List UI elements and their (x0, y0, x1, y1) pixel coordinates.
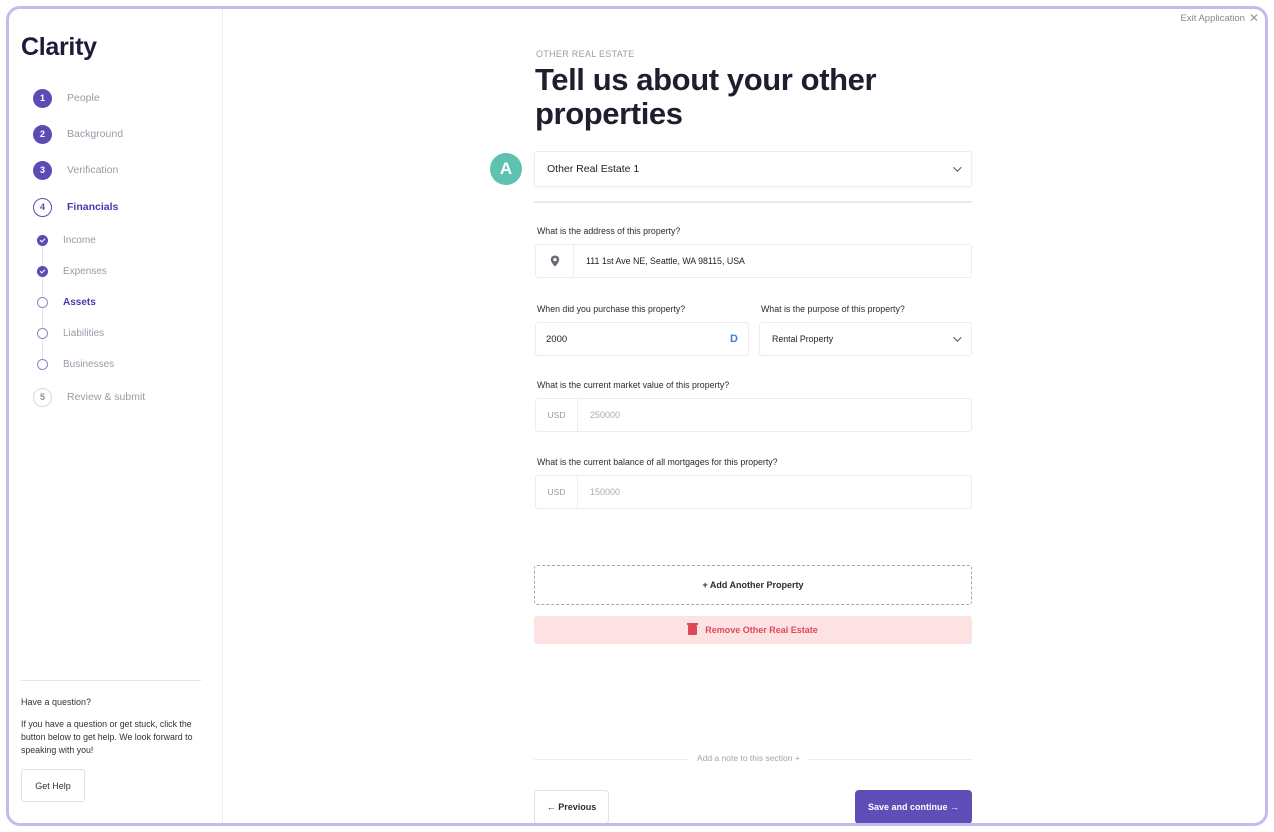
exit-application-link[interactable]: Exit Application ✕ (1181, 12, 1260, 24)
market-value-label: What is the current market value of this… (537, 380, 730, 390)
divider (21, 680, 201, 681)
mortgage-balance-value: 150000 (590, 487, 621, 497)
chevron-down-icon (953, 333, 962, 342)
property-select-value: Other Real Estate 1 (547, 163, 640, 175)
check-icon (37, 234, 48, 246)
sidebar: Clarity 1 People 2 Background 3 Verifica… (9, 9, 223, 823)
divider (534, 201, 972, 203)
currency-prefix: USD (536, 399, 578, 431)
substep-label: Expenses (63, 265, 107, 277)
sidebar-step-review-submit[interactable]: 5 Review & submit (33, 386, 145, 408)
previous-button[interactable]: ← Previous (534, 790, 609, 823)
sidebar-substep-income[interactable]: Income (37, 232, 96, 248)
remove-label: Remove Other Real Estate (705, 625, 818, 635)
exit-application-label: Exit Application (1180, 12, 1245, 24)
purpose-select[interactable]: Rental Property (759, 322, 972, 356)
circle-icon (37, 358, 48, 370)
save-and-continue-button[interactable]: Save and continue → (855, 790, 972, 823)
help-title: Have a question? (21, 697, 92, 707)
circle-icon (37, 296, 48, 308)
address-value: 111 1st Ave NE, Seattle, WA 98115, USA (586, 256, 745, 266)
step-label: Verification (67, 164, 119, 176)
purpose-value: Rental Property (772, 334, 834, 344)
purchase-year-field[interactable]: 2000 D (535, 322, 749, 356)
add-another-property-button[interactable]: + Add Another Property (534, 565, 972, 605)
add-note-link[interactable]: Add a note to this section + (689, 753, 808, 763)
step-number: 4 (33, 197, 52, 217)
address-field[interactable]: 111 1st Ave NE, Seattle, WA 98115, USA (535, 244, 972, 278)
close-icon: ✕ (1248, 11, 1259, 25)
purchase-label: When did you purchase this property? (537, 304, 686, 314)
circle-icon (37, 327, 48, 339)
remove-other-real-estate-button[interactable]: Remove Other Real Estate (534, 616, 972, 644)
purchase-year-value: 2000 (546, 333, 568, 345)
purpose-label: What is the purpose of this property? (761, 304, 905, 314)
app-window: Clarity 1 People 2 Background 3 Verifica… (6, 6, 1268, 826)
trash-icon (687, 623, 699, 635)
section-eyebrow: OTHER REAL ESTATE (536, 49, 635, 59)
calendar-icon[interactable]: D (730, 333, 738, 345)
mortgage-balance-field[interactable]: USD 150000 (535, 475, 972, 509)
app-logo: Clarity (21, 33, 97, 61)
step-label: Financials (67, 201, 119, 213)
get-help-button[interactable]: Get Help (21, 769, 85, 802)
sidebar-step-verification[interactable]: 3 Verification (33, 159, 118, 181)
market-value-value: 250000 (590, 410, 621, 420)
location-pin-icon (536, 245, 574, 277)
substep-label: Liabilities (63, 327, 105, 339)
step-label: People (67, 92, 100, 104)
sidebar-step-people[interactable]: 1 People (33, 87, 100, 109)
sidebar-substep-businesses[interactable]: Businesses (37, 356, 114, 372)
currency-prefix: USD (536, 476, 578, 508)
substep-label: Income (63, 234, 96, 246)
substep-label: Assets (63, 296, 96, 308)
market-value-field[interactable]: USD 250000 (535, 398, 972, 432)
page-title: Tell us about your other properties (535, 62, 877, 131)
step-number: 1 (33, 88, 52, 108)
step-number: 5 (33, 387, 52, 407)
substep-label: Businesses (63, 358, 115, 370)
step-number: 3 (33, 160, 52, 180)
help-text: If you have a question or get stuck, cli… (21, 719, 193, 755)
sidebar-step-background[interactable]: 2 Background (33, 123, 123, 145)
step-label: Background (67, 128, 124, 140)
step-number: 2 (33, 124, 52, 144)
check-icon (37, 265, 48, 277)
property-select[interactable]: Other Real Estate 1 (534, 151, 972, 187)
address-label: What is the address of this property? (537, 226, 681, 236)
annotation-badge: A (490, 153, 522, 185)
sidebar-substep-liabilities[interactable]: Liabilities (37, 325, 104, 341)
sidebar-substep-assets[interactable]: Assets (37, 294, 96, 310)
chevron-down-icon (953, 163, 962, 172)
step-label: Review & submit (67, 391, 146, 403)
sidebar-substep-expenses[interactable]: Expenses (37, 263, 107, 279)
sidebar-step-financials[interactable]: 4 Financials (33, 196, 118, 218)
mortgage-balance-label: What is the current balance of all mortg… (537, 457, 778, 467)
